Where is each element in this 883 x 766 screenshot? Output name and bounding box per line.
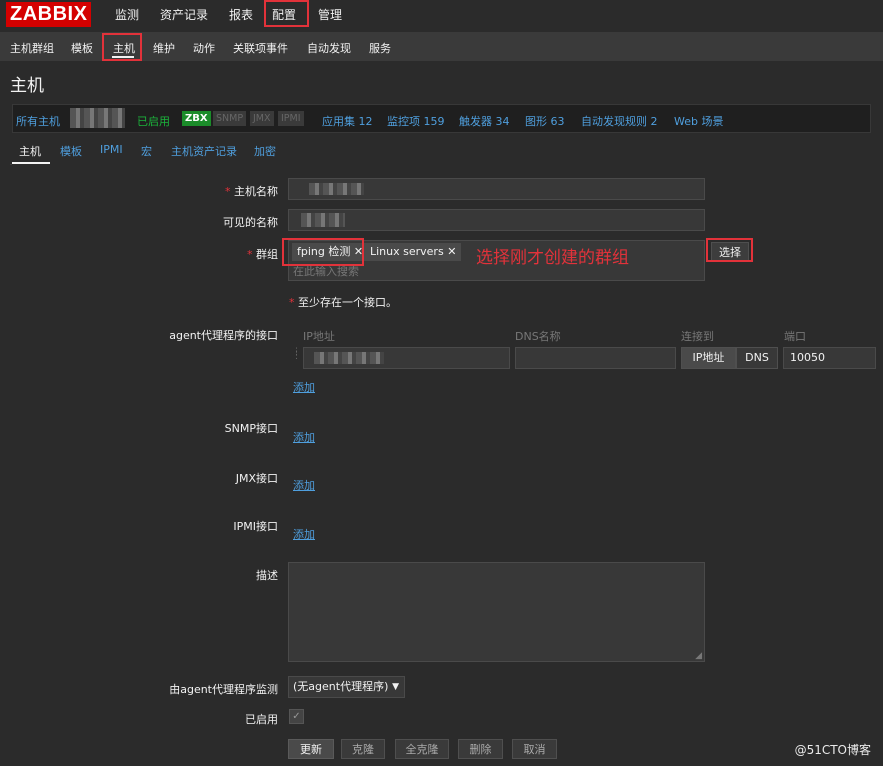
tab-inventory[interactable]: 主机资产记录 <box>171 143 237 159</box>
connect-ip-toggle[interactable]: IP地址 <box>681 347 736 369</box>
tab-templates[interactable]: 模板 <box>60 143 82 159</box>
hostname-value-redacted <box>309 183 364 195</box>
add-agent-interface-link[interactable]: 添加 <box>293 379 315 395</box>
ipmi-availability-badge: IPMI <box>278 111 304 126</box>
subnav-actions[interactable]: 动作 <box>193 40 215 56</box>
visible-name-input[interactable] <box>288 209 705 231</box>
highlight-box-config <box>264 0 309 27</box>
col-port-header: 端口 <box>784 330 806 343</box>
subnav-host-groups[interactable]: 主机群组 <box>10 40 54 56</box>
agent-interface-label: agent代理程序的接口 <box>169 329 278 342</box>
zbx-availability-badge: ZBX <box>182 111 211 126</box>
add-jmx-interface-link[interactable]: 添加 <box>293 477 315 493</box>
topnav-administration[interactable]: 管理 <box>318 6 342 23</box>
add-snmp-interface-link[interactable]: 添加 <box>293 429 315 445</box>
enabled-checkbox[interactable]: ✓ <box>289 709 304 724</box>
cancel-button[interactable]: 取消 <box>512 739 557 759</box>
watermark-text: @51CTO博客 <box>794 743 871 757</box>
visible-name-label: 可见的名称 <box>223 216 278 229</box>
proxy-select[interactable]: (无agent代理程序) ▼ <box>288 676 405 698</box>
tab-host[interactable]: 主机 <box>19 143 41 159</box>
col-ip-header: IP地址 <box>303 330 335 343</box>
groups-search-placeholder: 在此输入搜索 <box>293 265 359 278</box>
hostname-label: * 主机名称 <box>225 185 278 198</box>
topnav-inventory[interactable]: 资产记录 <box>160 6 208 23</box>
agent-dns-input[interactable] <box>515 347 676 369</box>
discovery-rules-link[interactable]: 自动发现规则 2 <box>581 113 658 129</box>
description-textarea[interactable]: ◢ <box>288 562 705 662</box>
triggers-link[interactable]: 触发器 34 <box>459 113 510 129</box>
update-button[interactable]: 更新 <box>288 739 334 759</box>
clone-button[interactable]: 克隆 <box>341 739 385 759</box>
zabbix-logo[interactable]: ZABBIX <box>6 2 92 27</box>
agent-ip-input[interactable] <box>303 347 510 369</box>
subnav-discovery[interactable]: 自动发现 <box>307 40 351 56</box>
topnav-reports[interactable]: 报表 <box>229 6 253 23</box>
hostname-input[interactable] <box>288 178 705 200</box>
all-hosts-link[interactable]: 所有主机 <box>16 113 60 129</box>
tab-encryption[interactable]: 加密 <box>254 143 276 159</box>
web-scenarios-link[interactable]: Web 场景 <box>674 113 723 129</box>
subnav-maintenance[interactable]: 维护 <box>153 40 175 56</box>
highlight-box-hosts <box>102 33 142 61</box>
full-clone-button[interactable]: 全克隆 <box>395 739 449 759</box>
proxy-select-value: (无agent代理程序) <box>293 680 389 693</box>
chevron-down-icon: ▼ <box>392 682 399 692</box>
subnav-templates[interactable]: 模板 <box>71 40 93 56</box>
subnav-correlation[interactable]: 关联项事件 <box>233 40 288 56</box>
delete-button[interactable]: 删除 <box>458 739 503 759</box>
col-connect-header: 连接到 <box>681 330 714 343</box>
add-ipmi-interface-link[interactable]: 添加 <box>293 526 315 542</box>
page-title: 主机 <box>10 76 44 96</box>
jmx-availability-badge: JMX <box>250 111 274 126</box>
resize-handle-icon[interactable]: ◢ <box>695 651 702 661</box>
status-enabled-label[interactable]: 已启用 <box>137 113 170 129</box>
highlight-box-group <box>282 238 364 266</box>
visible-name-value-redacted <box>301 213 345 227</box>
agent-port-input[interactable]: 10050 <box>783 347 876 369</box>
hostname-redacted-block <box>70 108 125 128</box>
items-link[interactable]: 监控项 159 <box>387 113 445 129</box>
tab-macros[interactable]: 宏 <box>141 143 152 159</box>
enabled-label: 已启用 <box>245 713 278 726</box>
tab-ipmi[interactable]: IPMI <box>100 143 123 156</box>
snmp-interface-label: SNMP接口 <box>224 422 278 435</box>
connect-dns-toggle[interactable]: DNS <box>736 347 778 369</box>
group-chip-linux-servers[interactable]: Linux servers ✕ <box>365 243 462 261</box>
ipmi-interface-label: IPMI接口 <box>233 520 278 533</box>
description-label: 描述 <box>256 569 278 582</box>
applications-link[interactable]: 应用集 12 <box>322 113 373 129</box>
groups-label: * 群组 <box>247 248 278 261</box>
highlight-box-select <box>706 238 753 262</box>
graphs-link[interactable]: 图形 63 <box>525 113 565 129</box>
proxy-label: 由agent代理程序监测 <box>169 683 278 696</box>
subnav-services[interactable]: 服务 <box>369 40 391 56</box>
remove-icon[interactable]: ✕ <box>447 245 456 258</box>
col-dns-header: DNS名称 <box>515 330 561 343</box>
drag-handle-icon[interactable]: ⋮ ⋮ <box>292 348 301 361</box>
jmx-interface-label: JMX接口 <box>235 472 278 485</box>
annotation-text: 选择刚才创建的群组 <box>476 248 629 268</box>
form-tab-strip <box>10 140 872 165</box>
interface-required-note: * 至少存在一个接口。 <box>289 296 397 309</box>
snmp-availability-badge: SNMP <box>213 111 247 126</box>
topnav-monitoring[interactable]: 监测 <box>115 6 139 23</box>
ip-value-redacted <box>314 352 384 364</box>
